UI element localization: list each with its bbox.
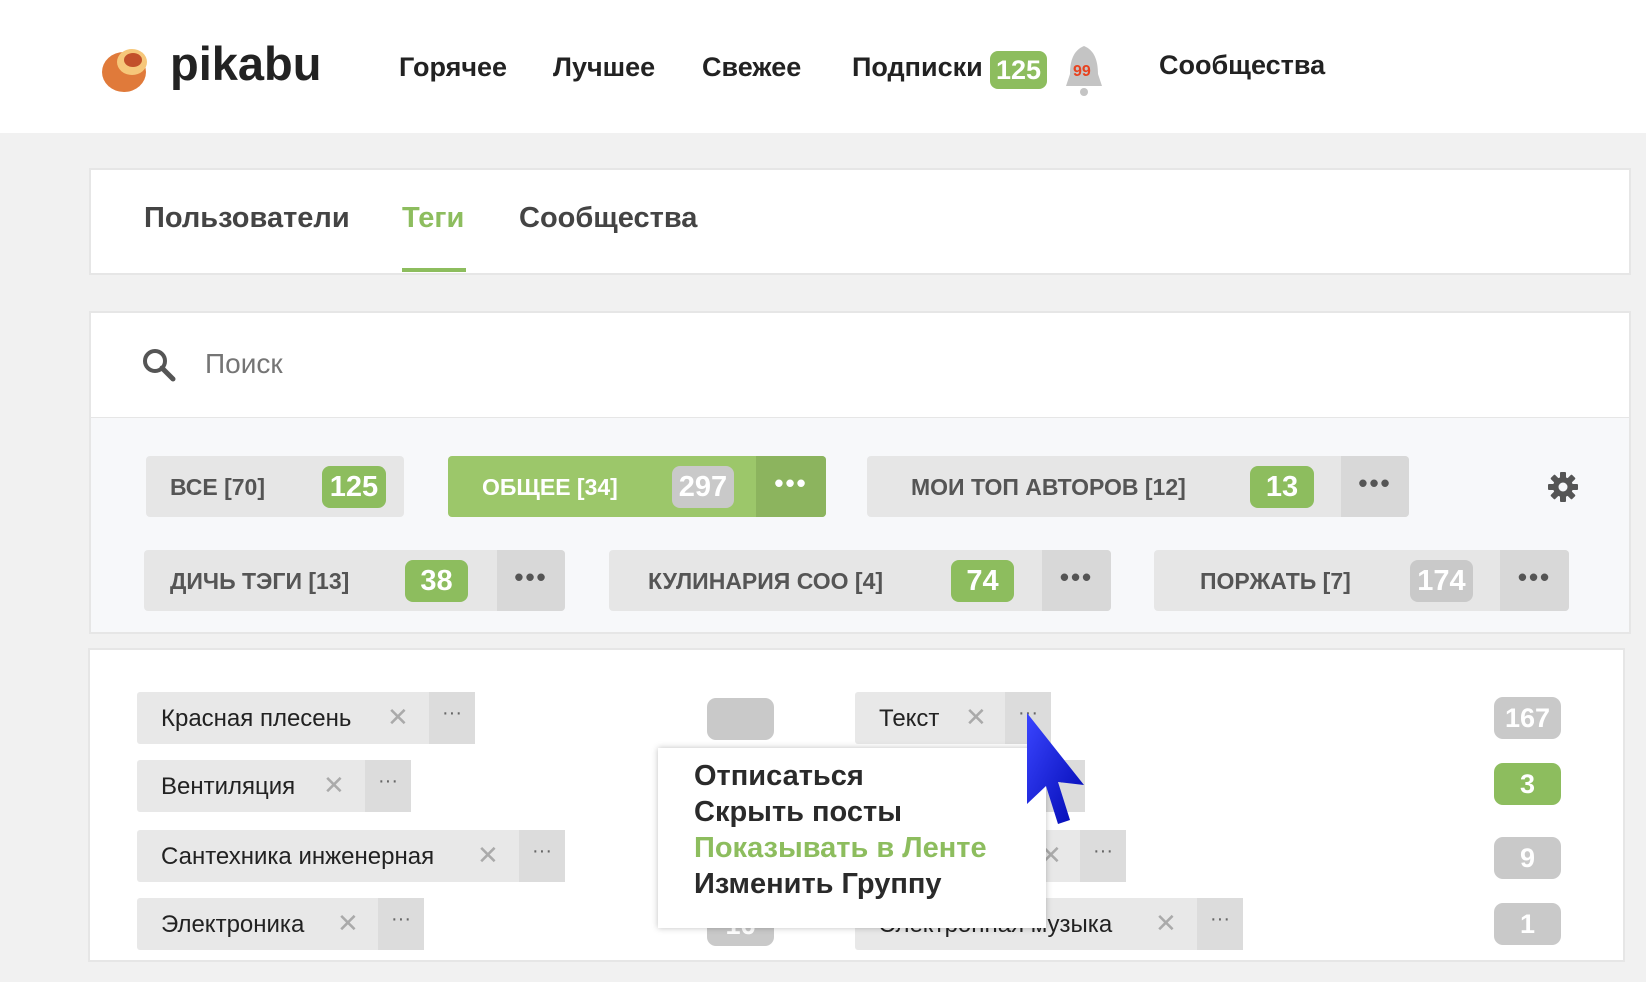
nav-hot[interactable]: Горячее <box>399 52 507 83</box>
group-count: 13 <box>1250 466 1314 508</box>
remove-tag-icon[interactable]: ✕ <box>965 702 987 733</box>
remove-tag-icon[interactable]: ✕ <box>477 840 499 871</box>
group-label: ОБЩЕЕ [34] <box>482 474 618 500</box>
remove-tag-icon[interactable]: ✕ <box>1155 908 1177 939</box>
tag-count: 1 <box>1494 903 1561 945</box>
mouse-cursor-icon <box>1024 710 1088 831</box>
tag-label: Вентиляция <box>161 773 296 800</box>
group-all[interactable]: ВСЕ [70] 125 <box>146 456 404 517</box>
top-header: pikabu Горячее Лучшее Свежее Подписки 12… <box>0 0 1646 133</box>
tag-count: 167 <box>1494 697 1561 739</box>
tag-more-button[interactable]: ··· <box>519 830 565 882</box>
group-count: 174 <box>1410 560 1473 602</box>
tag-more-button[interactable]: ··· <box>365 760 411 812</box>
nav-communities[interactable]: Сообщества <box>1159 50 1325 81</box>
tag-label: Электроника <box>161 911 305 938</box>
tab-users[interactable]: Пользователи <box>144 202 350 235</box>
menu-show-in-feed[interactable]: Показывать в Ленте <box>694 832 987 865</box>
tag-label: Сантехника инженерная <box>161 843 435 870</box>
group-cooking[interactable]: КУЛИНАРИЯ СОО [4] 74 ••• <box>609 550 1111 611</box>
group-label: МОИ ТОП АВТОРОВ [12] <box>911 474 1186 500</box>
nav-fresh[interactable]: Свежее <box>702 52 801 83</box>
group-laugh[interactable]: ПОРЖАТЬ [7] 174 ••• <box>1154 550 1569 611</box>
group-count: 74 <box>951 560 1014 602</box>
tag-label: Красная плесень <box>161 705 352 732</box>
pikabu-logo-icon[interactable] <box>100 42 152 94</box>
group-more-button[interactable]: ••• <box>1500 550 1569 611</box>
group-count: 297 <box>672 466 734 508</box>
remove-tag-icon[interactable]: ✕ <box>387 702 409 733</box>
tag-more-button[interactable]: ··· <box>1197 898 1243 950</box>
menu-change-group[interactable]: Изменить Группу <box>694 868 942 901</box>
tag-count: 9 <box>1494 837 1561 879</box>
group-more-button[interactable]: ••• <box>497 550 565 611</box>
group-label: ДИЧЬ ТЭГИ [13] <box>170 568 350 594</box>
gear-icon[interactable] <box>1547 471 1579 508</box>
menu-unsubscribe[interactable]: Отписаться <box>694 760 864 793</box>
menu-hide-posts[interactable]: Скрыть посты <box>694 796 902 829</box>
tab-communities[interactable]: Сообщества <box>519 202 697 235</box>
group-wild-tags[interactable]: ДИЧЬ ТЭГИ [13] 38 ••• <box>144 550 565 611</box>
tag-item[interactable]: Сантехника инженерная ✕ ··· <box>137 830 565 882</box>
active-tab-underline <box>402 268 466 272</box>
tag-more-button[interactable]: ··· <box>378 898 424 950</box>
group-count: 38 <box>405 560 468 602</box>
remove-tag-icon[interactable]: ✕ <box>323 770 345 801</box>
search-input[interactable] <box>205 345 1205 383</box>
tag-label: Текст <box>879 705 940 732</box>
group-label: ПОРЖАТЬ [7] <box>1200 568 1351 594</box>
group-general[interactable]: ОБЩЕЕ [34] 297 ••• <box>448 456 826 517</box>
group-label: КУЛИНАРИЯ СОО [4] <box>648 568 884 594</box>
group-more-button[interactable]: ••• <box>756 456 826 517</box>
tab-tags[interactable]: Теги <box>402 202 464 235</box>
tag-item[interactable]: Текст ✕ ··· <box>855 692 1051 744</box>
tag-item[interactable]: Красная плесень ✕ ··· <box>137 692 475 744</box>
subscriptions-badge: 125 <box>990 51 1047 89</box>
nav-best[interactable]: Лучшее <box>553 52 655 83</box>
bell-icon[interactable]: 99 <box>1062 44 1106 98</box>
search-icon <box>142 348 176 387</box>
group-label: ВСЕ [70] <box>170 474 265 500</box>
tag-more-button[interactable]: ··· <box>1080 830 1126 882</box>
group-count: 125 <box>322 466 386 508</box>
tag-item[interactable]: Вентиляция ✕ ··· <box>137 760 411 812</box>
tag-count: 3 <box>1494 763 1561 805</box>
tag-context-menu: Отписаться Скрыть посты Показывать в Лен… <box>658 748 1046 928</box>
group-top-authors[interactable]: МОИ ТОП АВТОРОВ [12] 13 ••• <box>867 456 1409 517</box>
notifications-badge: 99 <box>1073 63 1091 80</box>
nav-subscriptions[interactable]: Подписки <box>852 52 983 83</box>
group-more-button[interactable]: ••• <box>1341 456 1409 517</box>
tag-more-button[interactable]: ··· <box>429 692 475 744</box>
group-more-button[interactable]: ••• <box>1042 550 1111 611</box>
remove-tag-icon[interactable]: ✕ <box>337 908 359 939</box>
tag-count <box>707 698 774 740</box>
logo-text[interactable]: pikabu <box>170 36 321 91</box>
tag-item[interactable]: Электроника ✕ ··· <box>137 898 424 950</box>
